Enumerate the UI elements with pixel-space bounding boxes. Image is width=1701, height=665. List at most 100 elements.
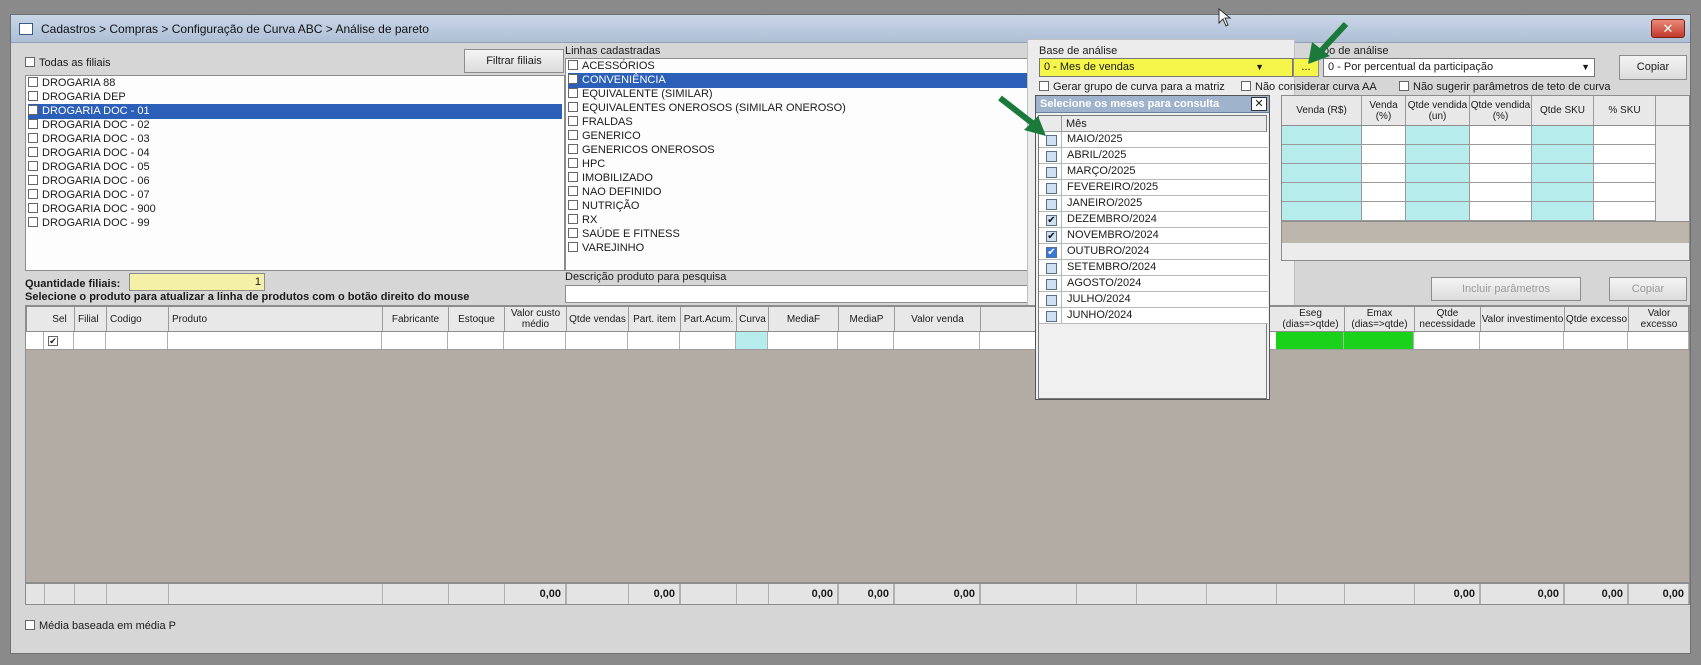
linha-item[interactable]: NAO DEFINIDO [568,185,1042,200]
curve-grid[interactable]: Venda (R$) Venda (%) Qtde vendida (un) Qtde… [1281,95,1690,261]
linha-item[interactable]: FRALDAS [568,115,1042,130]
curve-grid-cell[interactable] [1362,164,1406,183]
linhas-list[interactable]: ACESSÓRIOS ✔ CONVENIÊNCIA EQUIVALENTE (SIMI… [565,58,1045,271]
month-row[interactable]: JUNHO/2024 [1039,308,1268,324]
table-cell[interactable] [1480,332,1564,349]
filial-item[interactable]: DROGARIA DOC - 900 [28,202,562,217]
month-checkbox[interactable] [1046,183,1057,194]
checkbox-icon[interactable] [28,175,38,186]
column-header[interactable]: Part. item [629,307,681,331]
curve-grid-cell[interactable] [1362,183,1406,202]
curve-grid-cell[interactable] [1594,164,1656,183]
linha-item[interactable]: EQUIVALENTE (SIMILAR) [568,87,1042,102]
filial-item[interactable]: DROGARIA DOC - 02 [28,118,562,133]
month-checkbox[interactable] [1046,295,1057,306]
column-header[interactable]: Part.Acum. [681,307,737,331]
curve-grid-cell[interactable] [1406,145,1470,164]
checkbox-icon[interactable]: ✔ [568,74,578,85]
column-header[interactable]: Valor investimento [1481,307,1565,331]
checkbox-icon[interactable] [28,217,38,228]
linha-item[interactable]: SAÚDE E FITNESS [568,227,1042,242]
checkbox-icon[interactable]: ✔ [28,105,38,116]
filial-item[interactable]: ✔ DROGARIA DOC - 01 [28,104,562,119]
media-p-checkbox[interactable]: Média baseada em média P [25,620,176,632]
month-checkbox[interactable] [1046,263,1057,274]
row-select-checkbox[interactable]: ✔ [48,336,58,347]
filiais-list[interactable]: DROGARIA 88 DROGARIA DEP ✔ DROGARIA DOC - 0… [25,75,565,271]
curve-grid-cell[interactable] [1282,183,1362,202]
checkbox-icon[interactable] [568,60,578,71]
curve-grid-cell[interactable] [1594,183,1656,202]
table-cell[interactable] [74,332,106,349]
curve-grid-cell[interactable] [1532,183,1594,202]
curve-grid-cell[interactable] [1282,145,1362,164]
table-cell[interactable] [894,332,980,349]
column-header[interactable]: Fabricante [383,307,449,331]
month-row[interactable]: AGOSTO/2024 [1039,276,1268,292]
filial-item[interactable]: DROGARIA DOC - 99 [28,216,562,231]
filial-item[interactable]: DROGARIA 88 [28,76,562,91]
table-cell[interactable] [628,332,680,349]
column-header[interactable]: Valor venda [895,307,981,331]
curve-grid-cell[interactable] [1470,145,1532,164]
todas-filiais-checkbox[interactable]: Todas as filiais [25,57,111,69]
column-header[interactable]: Sel [45,307,75,331]
checkbox-icon[interactable] [568,186,578,197]
curve-grid-column-header[interactable]: Qtde vendida (%) [1470,96,1532,125]
popup-close-icon[interactable]: ✕ [1251,97,1267,111]
table-cell[interactable] [768,332,838,349]
nao-sugerir-checkbox[interactable]: Não sugerir parâmetros de teto de curva [1399,81,1611,93]
column-header[interactable]: Valor custo médio [505,307,567,331]
filial-item[interactable]: DROGARIA DOC - 03 [28,132,562,147]
column-header[interactable]: MediaF [769,307,839,331]
checkbox-icon[interactable] [28,189,38,200]
linha-item[interactable]: VAREJINHO [568,241,1042,256]
checkbox-icon[interactable] [28,133,38,144]
curve-grid-cell[interactable] [1362,126,1406,145]
table-cell[interactable] [1414,332,1480,349]
column-header[interactable]: Emax (dias=>qtde) [1345,307,1415,331]
column-header[interactable]: Estoque [449,307,505,331]
column-header[interactable]: MediaP [839,307,895,331]
table-row[interactable]: ✔ [26,332,1689,350]
table-cell[interactable] [566,332,628,349]
nao-considerar-checkbox[interactable]: Não considerar curva AA [1241,81,1377,93]
month-list[interactable]: Mês MAIO/2025 ABRIL/2025 MARÇO/2025 FEVEREI… [1038,115,1268,399]
table-cell[interactable] [26,332,44,349]
checkbox-icon[interactable] [568,200,578,211]
descricao-input[interactable] [565,285,1045,303]
table-cell[interactable] [1276,332,1344,349]
checkbox-icon[interactable] [568,172,578,183]
table-cell[interactable] [680,332,736,349]
base-analise-select[interactable]: 0 - Mes de vendas ▼ [1039,58,1293,77]
table-cell[interactable] [382,332,448,349]
column-header[interactable]: Qtde necessidade [1415,307,1481,331]
curve-grid-column-header[interactable]: Qtde vendida (un) [1406,96,1470,125]
month-row[interactable]: ✔ DEZEMBRO/2024 [1039,212,1268,228]
table-cell[interactable] [448,332,504,349]
curve-grid-cell[interactable] [1594,126,1656,145]
incluir-parametros-button[interactable]: Incluir parâmetros [1431,277,1581,301]
column-header[interactable]: Valor excesso [1629,307,1690,331]
curve-grid-cell[interactable] [1362,145,1406,164]
month-row[interactable]: ✔ OUTUBRO/2024 [1039,244,1268,260]
curve-grid-column-header[interactable]: % SKU [1594,96,1656,125]
table-cell[interactable] [168,332,382,349]
checkbox-icon[interactable] [568,214,578,225]
checkbox-icon[interactable] [28,77,38,88]
table-cell[interactable] [504,332,566,349]
curve-grid-cell[interactable] [1532,126,1594,145]
copiar-parametros-button[interactable]: Copiar [1609,277,1687,301]
linha-item[interactable]: RX [568,213,1042,228]
curve-grid-column-header[interactable]: Venda (%) [1362,96,1406,125]
column-header[interactable]: Filial [75,307,107,331]
curve-grid-cell[interactable] [1532,145,1594,164]
checkbox-icon[interactable] [28,119,38,130]
month-checkbox[interactable] [1046,151,1057,162]
filial-item[interactable]: DROGARIA DOC - 05 [28,160,562,175]
close-button[interactable]: ✕ [1651,19,1685,38]
checkbox-icon[interactable] [568,144,578,155]
checkbox-icon[interactable] [568,158,578,169]
month-row[interactable]: FEVEREIRO/2025 [1039,180,1268,196]
month-checkbox[interactable] [1046,311,1057,322]
